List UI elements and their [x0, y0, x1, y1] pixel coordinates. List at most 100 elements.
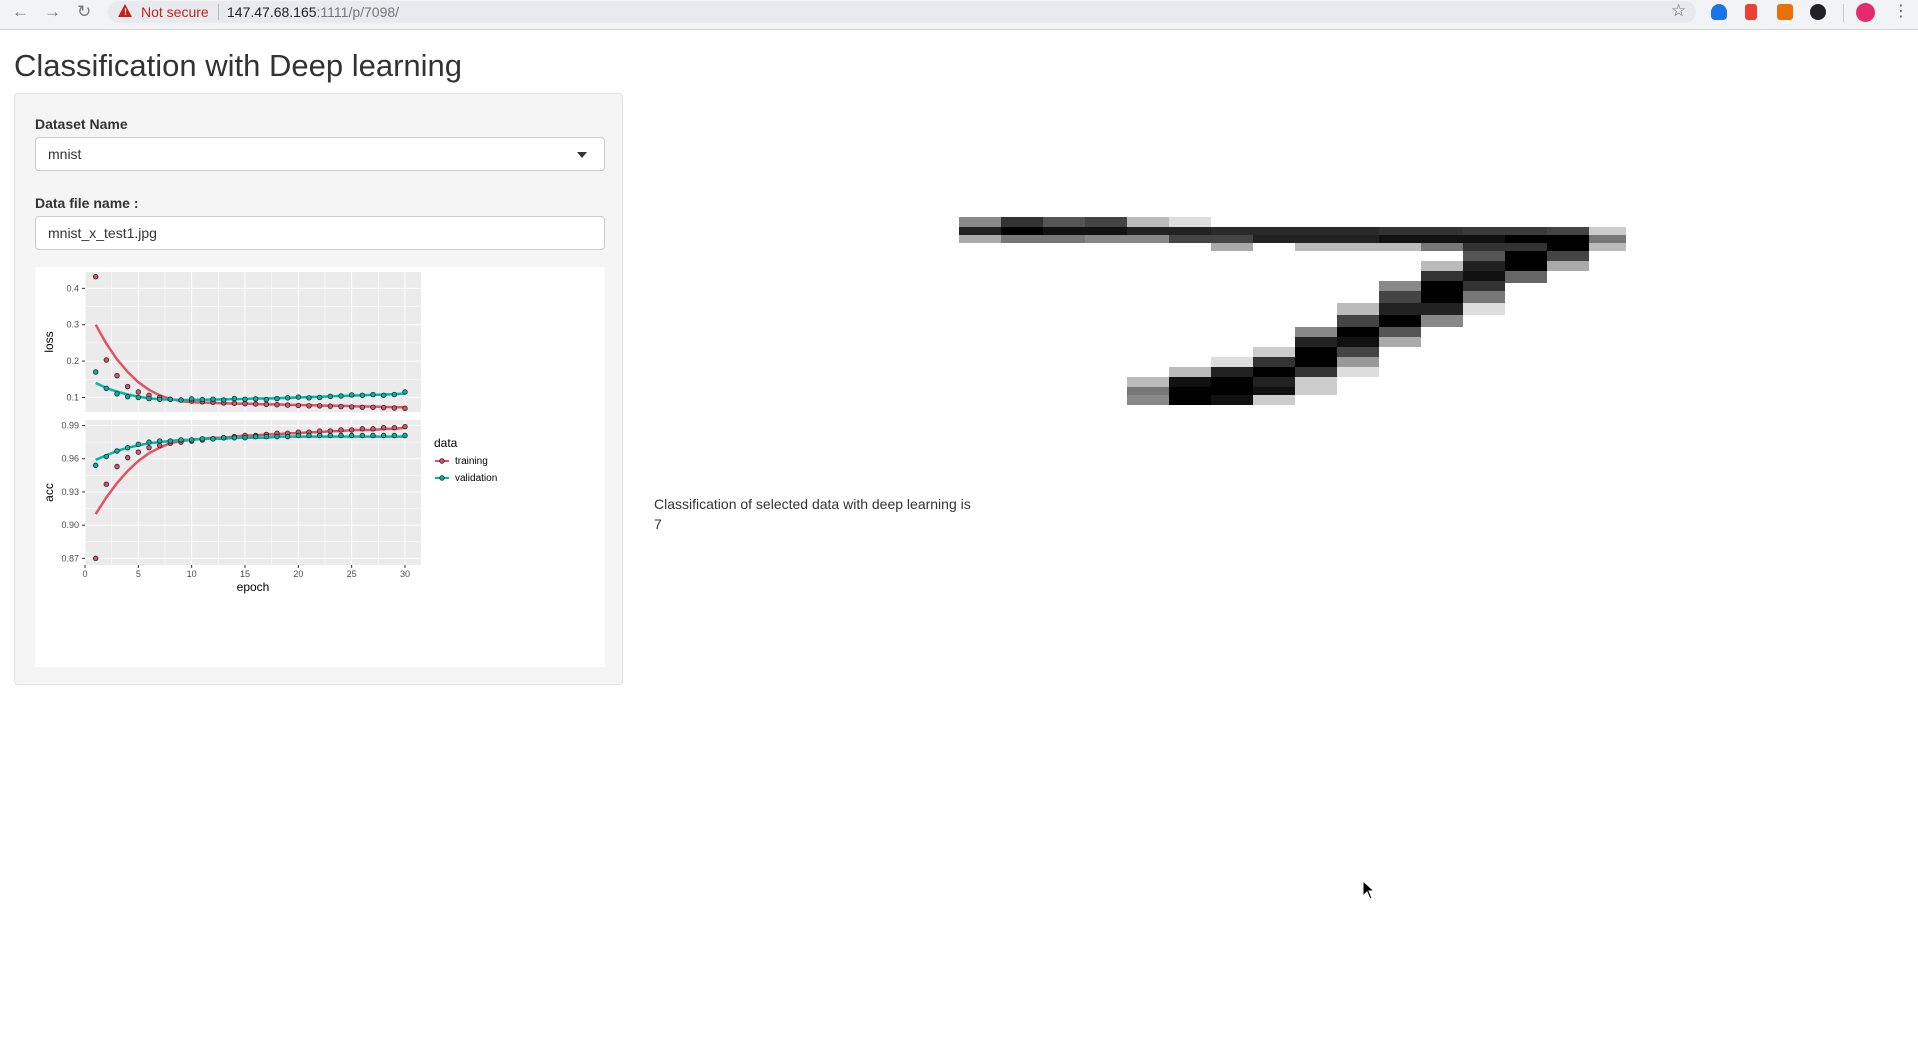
data-point-validation	[146, 395, 152, 402]
result-label: Classification of selected data with dee…	[654, 496, 971, 512]
data-point-validation	[114, 448, 120, 454]
digit-pixel	[1127, 377, 1169, 387]
data-point-validation	[135, 394, 142, 401]
digit-pixel	[1505, 271, 1547, 283]
data-point-validation	[156, 396, 163, 402]
data-point-validation	[103, 453, 110, 460]
data-point-validation	[274, 395, 280, 402]
dataset-select[interactable]: mnist	[35, 137, 605, 171]
data-point-training	[146, 444, 152, 451]
digit-pixel	[1127, 227, 1211, 235]
digit-pixel	[1463, 291, 1505, 303]
data-point-validation	[338, 432, 344, 439]
data-point-validation	[167, 438, 174, 444]
fox-extension-icon[interactable]	[1777, 4, 1793, 20]
data-point-training	[124, 383, 131, 390]
data-point-training	[124, 454, 131, 461]
digit-pixel	[1169, 235, 1253, 243]
digit-pixel	[1169, 395, 1211, 405]
data-point-validation	[124, 394, 131, 400]
digit-image	[959, 217, 1626, 405]
data-point-validation	[316, 394, 323, 401]
url-path: :1111/p/7098/	[316, 4, 400, 20]
digit-pixel	[1295, 387, 1337, 395]
digit-pixel	[1421, 303, 1463, 315]
back-arrow-icon[interactable]: ←	[12, 1, 29, 23]
forward-arrow-icon[interactable]: →	[44, 1, 61, 23]
dataset-label: Dataset Name	[35, 116, 128, 132]
digit-pixel	[1001, 227, 1043, 235]
y-tick-label: 0.87	[61, 553, 79, 563]
digit-pixel	[1463, 227, 1547, 235]
digit-pixel	[1169, 367, 1211, 377]
digit-pixel	[1211, 395, 1253, 405]
panel-background	[85, 420, 421, 565]
panel-background	[85, 272, 421, 412]
y-tick-label: 0.1	[66, 392, 79, 402]
data-point-training	[103, 357, 110, 363]
digit-pixel	[1295, 347, 1337, 357]
legend-key-point-validation	[439, 475, 445, 481]
chevron-down-icon[interactable]	[577, 152, 587, 158]
digit-pixel	[1253, 377, 1295, 387]
extension-icon[interactable]	[1711, 4, 1727, 20]
data-point-validation	[114, 391, 120, 397]
data-point-validation	[178, 437, 184, 443]
data-point-training	[114, 372, 120, 379]
training-history-plot: 0.4 0.3 0.2 0.1 loss 0.99 0.96 0.93 0.90 0.87 acc 0…	[35, 267, 605, 667]
digit-pixel	[1253, 395, 1295, 405]
security-label[interactable]: Not secure	[141, 3, 209, 21]
digit-pixel	[1421, 261, 1463, 271]
digit-pixel	[1001, 235, 1085, 243]
url-host: 147.47.68.165	[227, 4, 317, 20]
file-label: Data file name :	[35, 195, 139, 211]
digit-pixel	[1295, 243, 1421, 251]
warning-mark: !	[124, 7, 127, 17]
data-point-validation	[348, 392, 355, 398]
data-point-training	[348, 427, 355, 433]
data-point-training	[380, 404, 387, 411]
file-name-input[interactable]: mnist_x_test1.jpg	[35, 216, 605, 250]
digit-pixel	[1379, 227, 1463, 235]
data-point-validation	[359, 432, 366, 439]
digit-pixel	[1463, 261, 1505, 271]
x-tick-label: 5	[136, 569, 141, 579]
office-extension-icon[interactable]	[1745, 4, 1757, 20]
x-tick-label: 15	[240, 569, 250, 579]
digit-pixel	[1295, 377, 1337, 387]
data-point-validation	[242, 435, 248, 441]
digit-pixel	[1421, 281, 1463, 291]
star-icon[interactable]: ☆	[1671, 0, 1686, 22]
data-point-validation	[210, 396, 216, 402]
address-separator	[218, 4, 219, 20]
data-point-validation	[284, 433, 291, 440]
url-text[interactable]: 147.47.68.165:1111/p/7098/	[227, 3, 399, 21]
digit-pixel	[1379, 291, 1421, 303]
x-tick-label: 25	[347, 569, 357, 579]
data-point-validation	[370, 432, 376, 439]
toolbar-divider	[1843, 4, 1844, 22]
data-point-training	[295, 402, 302, 409]
y-axis-title: loss	[42, 331, 56, 352]
menu-dots-icon[interactable]: ⋮	[1893, 0, 1909, 24]
digit-pixel	[1589, 235, 1626, 243]
profile-avatar-icon[interactable]	[1856, 3, 1875, 22]
digit-pixel	[1169, 387, 1211, 395]
result-value: 7	[654, 516, 662, 532]
sync-extension-icon[interactable]	[1810, 4, 1826, 20]
y-tick-label: 0.93	[61, 487, 79, 497]
data-point-validation	[188, 396, 195, 402]
reload-icon[interactable]: ↻	[77, 1, 91, 23]
digit-pixel	[1085, 217, 1127, 227]
data-point-validation	[306, 432, 312, 439]
digit-pixel	[1169, 217, 1211, 227]
legend-title: data	[434, 436, 458, 450]
data-point-validation	[370, 391, 376, 398]
y-tick-label: 0.4	[66, 283, 79, 293]
data-point-validation	[92, 462, 99, 469]
data-point-validation	[295, 432, 302, 439]
digit-pixel	[1421, 243, 1463, 251]
data-point-validation	[199, 436, 206, 442]
digit-pixel	[1421, 315, 1463, 327]
data-point-validation	[391, 391, 398, 398]
